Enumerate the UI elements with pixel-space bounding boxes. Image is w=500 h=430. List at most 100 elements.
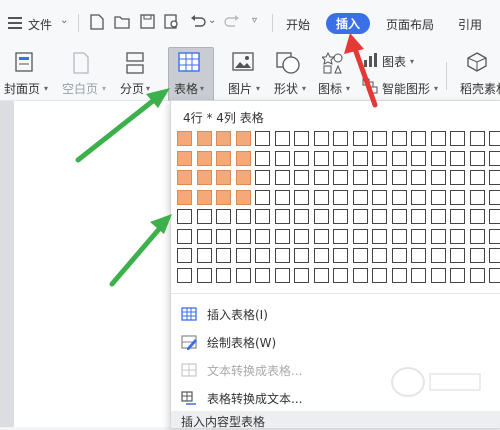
grid-cell[interactable] bbox=[275, 170, 290, 185]
grid-cell[interactable] bbox=[294, 229, 309, 244]
material-icon[interactable] bbox=[466, 52, 488, 75]
grid-cell[interactable] bbox=[431, 268, 446, 283]
grid-cell[interactable] bbox=[177, 248, 192, 263]
cover-page-icon[interactable] bbox=[14, 52, 36, 75]
icon-library-icon[interactable] bbox=[320, 51, 344, 77]
grid-cell[interactable] bbox=[255, 248, 270, 263]
tab-insert[interactable]: 插入 bbox=[326, 13, 371, 34]
grid-cell[interactable] bbox=[216, 268, 231, 283]
shape-icon[interactable] bbox=[276, 52, 302, 77]
grid-cell[interactable] bbox=[392, 131, 407, 146]
grid-cell[interactable] bbox=[294, 131, 309, 146]
grid-cell[interactable] bbox=[236, 209, 251, 224]
grid-cell[interactable] bbox=[275, 248, 290, 263]
grid-cell[interactable] bbox=[314, 190, 329, 205]
chevron-down-icon[interactable]: ▾ bbox=[256, 84, 260, 93]
redo-icon[interactable] bbox=[224, 14, 240, 31]
grid-cell[interactable] bbox=[392, 209, 407, 224]
grid-cell[interactable] bbox=[177, 190, 192, 205]
grid-cell[interactable] bbox=[353, 209, 368, 224]
grid-cell[interactable] bbox=[236, 131, 251, 146]
grid-cell[interactable] bbox=[470, 268, 485, 283]
grid-cell[interactable] bbox=[255, 268, 270, 283]
grid-cell[interactable] bbox=[314, 131, 329, 146]
grid-cell[interactable] bbox=[314, 248, 329, 263]
grid-cell[interactable] bbox=[216, 209, 231, 224]
grid-cell[interactable] bbox=[431, 209, 446, 224]
grid-cell[interactable] bbox=[197, 209, 212, 224]
grid-cell[interactable] bbox=[372, 248, 387, 263]
grid-cell[interactable] bbox=[255, 190, 270, 205]
grid-cell[interactable] bbox=[216, 190, 231, 205]
chart-button[interactable]: 图表 bbox=[382, 53, 406, 70]
grid-cell[interactable] bbox=[411, 151, 426, 166]
grid-cell[interactable] bbox=[372, 209, 387, 224]
page-break-icon[interactable] bbox=[124, 52, 146, 77]
insert-table-menu-item[interactable]: 插入表格(I) bbox=[177, 301, 495, 327]
grid-cell[interactable] bbox=[431, 131, 446, 146]
grid-cell[interactable] bbox=[236, 190, 251, 205]
grid-cell[interactable] bbox=[275, 209, 290, 224]
grid-cell[interactable] bbox=[392, 268, 407, 283]
grid-cell[interactable] bbox=[255, 151, 270, 166]
chevron-down-icon[interactable]: ▾ bbox=[346, 84, 350, 93]
grid-cell[interactable] bbox=[372, 229, 387, 244]
tab-references[interactable]: 引用 bbox=[458, 16, 482, 33]
grid-cell[interactable] bbox=[411, 268, 426, 283]
grid-cell[interactable] bbox=[431, 190, 446, 205]
grid-cell[interactable] bbox=[197, 268, 212, 283]
grid-cell[interactable] bbox=[470, 190, 485, 205]
grid-cell[interactable] bbox=[392, 248, 407, 263]
chevron-down-icon[interactable]: ▾ bbox=[146, 84, 150, 93]
grid-cell[interactable] bbox=[275, 229, 290, 244]
grid-cell[interactable] bbox=[314, 209, 329, 224]
grid-cell[interactable] bbox=[411, 190, 426, 205]
grid-cell[interactable] bbox=[489, 190, 500, 205]
open-folder-icon[interactable] bbox=[114, 15, 130, 32]
grid-cell[interactable] bbox=[411, 170, 426, 185]
chevron-down-icon[interactable]: ⌄ bbox=[208, 15, 216, 26]
grid-cell[interactable] bbox=[372, 170, 387, 185]
grid-cell[interactable] bbox=[353, 170, 368, 185]
table-button[interactable]: 表格 bbox=[174, 80, 198, 97]
grid-cell[interactable] bbox=[489, 170, 500, 185]
grid-cell[interactable] bbox=[450, 248, 465, 263]
grid-cell[interactable] bbox=[236, 170, 251, 185]
grid-cell[interactable] bbox=[177, 229, 192, 244]
icon-library-button[interactable]: 图标 bbox=[318, 80, 342, 97]
grid-cell[interactable] bbox=[333, 209, 348, 224]
grid-cell[interactable] bbox=[236, 229, 251, 244]
grid-cell[interactable] bbox=[489, 268, 500, 283]
grid-cell[interactable] bbox=[470, 131, 485, 146]
picture-button[interactable]: 图片 bbox=[228, 80, 252, 97]
grid-cell[interactable] bbox=[216, 151, 231, 166]
grid-cell[interactable] bbox=[275, 268, 290, 283]
grid-cell[interactable] bbox=[314, 268, 329, 283]
grid-cell[interactable] bbox=[431, 229, 446, 244]
grid-cell[interactable] bbox=[197, 131, 212, 146]
grid-cell[interactable] bbox=[450, 268, 465, 283]
save-icon[interactable] bbox=[140, 14, 155, 32]
grid-cell[interactable] bbox=[489, 248, 500, 263]
grid-cell[interactable] bbox=[314, 151, 329, 166]
grid-cell[interactable] bbox=[392, 170, 407, 185]
draw-table-menu-item[interactable]: 绘制表格(W) bbox=[177, 329, 495, 355]
grid-cell[interactable] bbox=[353, 229, 368, 244]
print-preview-icon[interactable] bbox=[164, 14, 180, 33]
grid-cell[interactable] bbox=[450, 190, 465, 205]
grid-cell[interactable] bbox=[411, 248, 426, 263]
grid-cell[interactable] bbox=[411, 229, 426, 244]
grid-cell[interactable] bbox=[255, 131, 270, 146]
grid-cell[interactable] bbox=[353, 151, 368, 166]
grid-cell[interactable] bbox=[489, 209, 500, 224]
grid-cell[interactable] bbox=[294, 209, 309, 224]
hamburger-icon[interactable] bbox=[8, 17, 22, 29]
grid-cell[interactable] bbox=[333, 268, 348, 283]
grid-cell[interactable] bbox=[333, 190, 348, 205]
grid-cell[interactable] bbox=[294, 248, 309, 263]
chevron-down-icon[interactable]: ▾ bbox=[434, 84, 438, 93]
new-document-icon[interactable] bbox=[90, 14, 104, 33]
chevron-down-icon[interactable]: ▾ bbox=[200, 84, 204, 93]
grid-cell[interactable] bbox=[392, 229, 407, 244]
grid-cell[interactable] bbox=[372, 268, 387, 283]
